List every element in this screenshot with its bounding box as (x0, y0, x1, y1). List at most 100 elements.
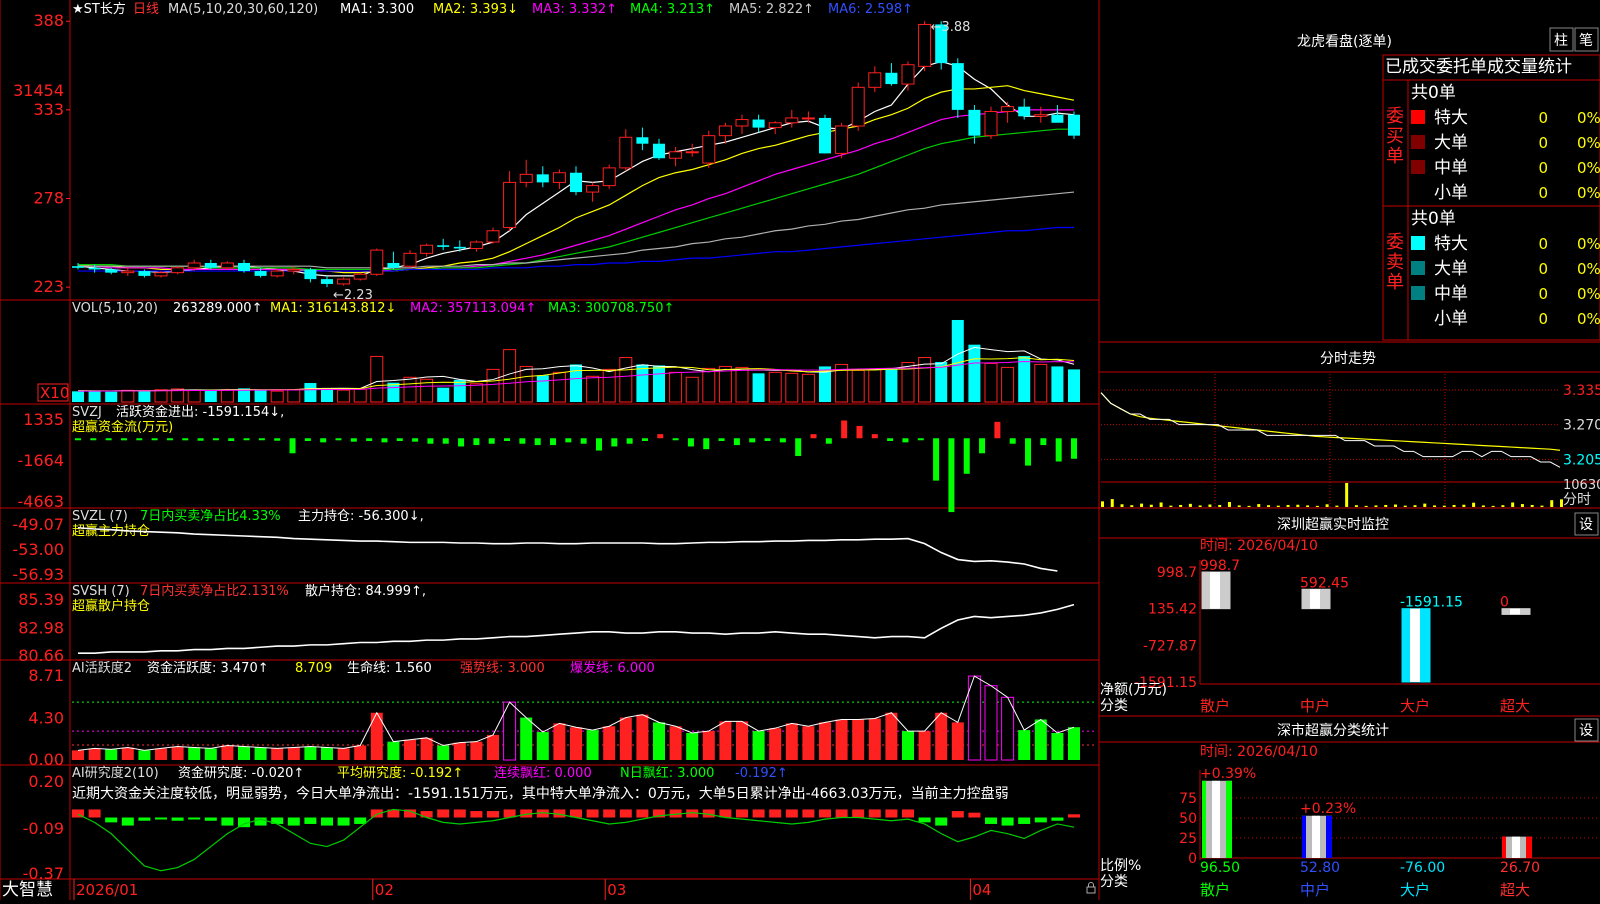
ai-research-bar (736, 809, 748, 818)
svzj-bar (580, 438, 587, 444)
intraday-vol-bar (1140, 503, 1144, 507)
candle-body-up (220, 262, 234, 269)
vol-bar-down (1068, 369, 1080, 402)
svsh-ytick: 82.98 (18, 619, 64, 638)
intraday-vol-bar (1442, 505, 1446, 507)
svzj-bar (887, 438, 894, 441)
intraday-vol-bar (1403, 505, 1407, 507)
buy-order-row-swatch (1411, 160, 1425, 174)
intraday-vol-bar (1296, 504, 1300, 507)
ai-research-bar (885, 809, 898, 818)
sz-class-bar-edge (1326, 815, 1332, 858)
candle-body-down (536, 174, 549, 183)
ai-research-bar (287, 817, 300, 826)
tab-bar-chart[interactable]: 柱 (1549, 27, 1574, 52)
ai-active-bar-up (337, 748, 350, 760)
vol-bar-down (304, 383, 317, 402)
ai-active-chart[interactable] (72, 675, 1097, 761)
candle-body-down (1051, 114, 1064, 123)
tab-bar-label: 柱 (1554, 33, 1568, 49)
ai-active-bar-down (653, 722, 665, 760)
sell-order-row-pct: 0% (1577, 260, 1600, 278)
sz-monitor-value-label: 998.7 (1200, 558, 1240, 574)
svsh-line (78, 603, 1075, 654)
chart-canvas[interactable]: ★ST长方 日线 MA(5,10,20,30,60,120) MA1: 3.30… (0, 0, 1600, 900)
svzj-bar (412, 438, 419, 442)
kline-chart[interactable]: ←3.88 ←2.23 (72, 20, 1080, 303)
svzj-bar (687, 438, 694, 447)
candle-body-up (486, 230, 500, 243)
intraday-vol-label: 分时 (1563, 492, 1591, 508)
ai-active-v2: 8.709 (295, 661, 332, 676)
intraday-price-line (1100, 392, 1561, 468)
ai-active-bar-down (321, 747, 333, 760)
ai-active-bar-up (852, 719, 865, 760)
intraday-vol-bar (1208, 504, 1212, 507)
vol-bar-up (619, 357, 633, 403)
intraday-price-tick: 3.335 (1563, 383, 1600, 399)
ma-line-ma5 (78, 191, 1075, 269)
sz-monitor-value-label: 0 (1500, 595, 1509, 611)
vol-bar-down (138, 391, 151, 402)
intraday-vol-bar (1120, 504, 1124, 507)
svzj-bar (856, 425, 863, 439)
vol-bar-up (469, 383, 483, 403)
svsh-chart[interactable] (78, 603, 1075, 654)
buy-order-row-count: 0 (1538, 109, 1548, 127)
sz-monitor-settings-button[interactable]: 设 (1574, 512, 1599, 536)
intraday-vol-bar (1511, 502, 1515, 507)
svzj-bar (1040, 438, 1047, 446)
svzj-bar (274, 438, 281, 441)
intraday-chart[interactable]: 3.335 3.270 3.205 10630分时 (1100, 374, 1600, 508)
x-axis-label: 2026/01 (76, 881, 138, 899)
sz-class-top-label: +0.23% (1300, 801, 1356, 817)
intraday-vol-bar (1462, 504, 1466, 507)
sz-class-time: 时间: 2026/04/10 (1200, 744, 1318, 760)
ai-research-cont: 连续飘红: 0.000 (494, 765, 592, 781)
lock-icon[interactable] (1086, 882, 1096, 894)
candle-body-up (370, 249, 384, 275)
svzj-bar (963, 438, 970, 474)
intraday-vol-bar (1433, 505, 1437, 507)
sz-monitor-ylabel: 净额(万元) (1100, 682, 1167, 698)
y-axes: 3883332782236369431454X101335-1664-4663-… (12, 11, 70, 883)
ma-definition: MA(5,10,20,30,60,120) (168, 2, 318, 17)
ai-research-bar (88, 809, 101, 818)
ai-research-bar (420, 811, 433, 818)
sz-class-chart[interactable]: 时间: 2026/04/10 75 50 25 0 比例%分类 +0.39% 96.50 散户 +… (1100, 744, 1600, 899)
vol-bar-up (868, 368, 882, 403)
buy-order-side-label: 委 (1386, 106, 1404, 127)
svzj-bar (258, 438, 265, 441)
buy-order-side-label: 单 (1386, 146, 1404, 167)
ai-active-bar-up (121, 747, 134, 760)
intraday-vol-bar (1345, 483, 1349, 507)
vol-bar-up (403, 376, 417, 403)
tab-tick-detail[interactable]: 笔 (1574, 27, 1599, 52)
svzj-bar (381, 438, 388, 443)
ai-research-ytick: -0.09 (23, 819, 64, 838)
intraday-vol-bar (1130, 505, 1134, 507)
sz-class-settings-button[interactable]: 设 (1574, 718, 1599, 742)
ai-research-bar (1034, 817, 1047, 823)
svzj-bar (641, 438, 648, 441)
ai-research-chart[interactable] (72, 808, 1080, 872)
vol-bar-up (121, 389, 135, 403)
sz-class-bottom-value: -76.00 (1400, 860, 1445, 876)
volume-chart[interactable] (72, 319, 1080, 403)
svzj-bar (90, 438, 97, 441)
x-axis-label: 02 (375, 881, 394, 899)
ai-research-bar (636, 809, 649, 818)
vol-bar-up (718, 365, 732, 403)
sz-class-bar-edge (1202, 780, 1206, 858)
sz-class-bottom-value: 26.70 (1500, 860, 1540, 876)
kline-ytick: 278 (33, 189, 64, 208)
svsh-ytick: 80.66 (18, 646, 64, 665)
vol-bar-up (785, 372, 799, 403)
svzl-chart[interactable] (77, 526, 1058, 572)
sz-monitor-chart[interactable]: 时间: 2026/04/10998.7135.42-727.87-1591.15… (1100, 538, 1600, 715)
ai-active-bar-hot (984, 685, 998, 761)
svzj-chart[interactable] (75, 420, 1077, 513)
sz-class-bottom-value: 96.50 (1200, 860, 1240, 876)
ai-research-bar (852, 809, 865, 818)
intraday-vol-bar (1227, 502, 1231, 507)
